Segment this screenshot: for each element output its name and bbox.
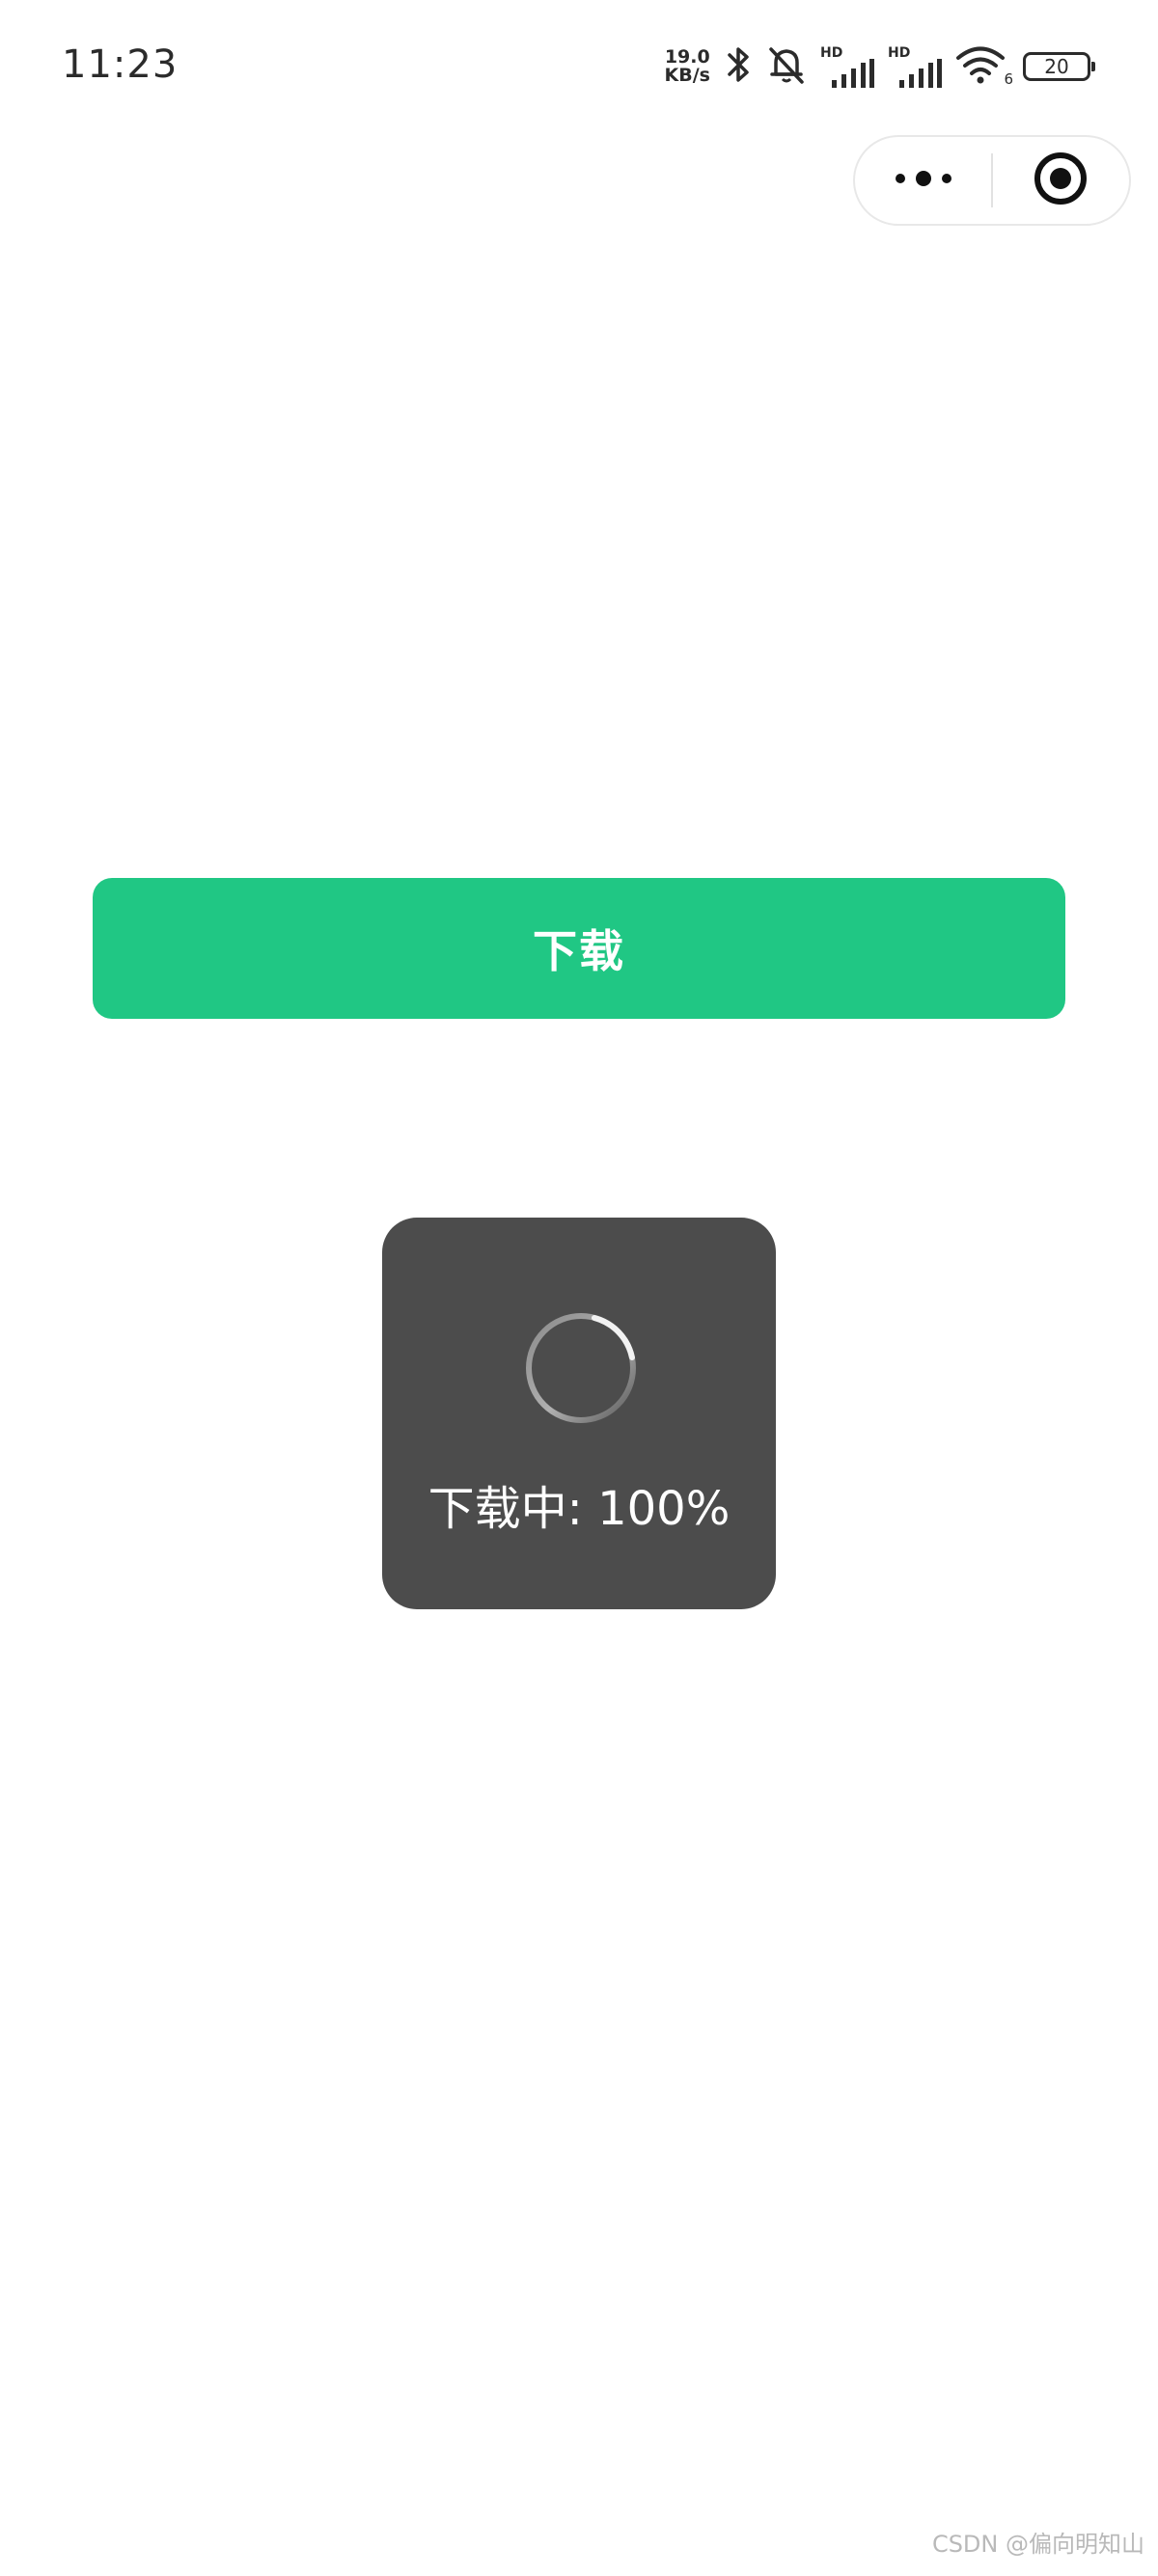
more-dots-icon xyxy=(893,167,954,194)
bluetooth-icon xyxy=(724,43,753,90)
capsule-menu xyxy=(853,135,1131,226)
battery-level: 20 xyxy=(1044,55,1069,78)
battery-icon: 20 xyxy=(1023,52,1095,81)
close-button[interactable] xyxy=(993,137,1129,224)
status-icons: 19.0 KB/s HD HD 6 20 xyxy=(665,42,1095,91)
watermark: CSDN @偏向明知山 xyxy=(931,2531,1144,2558)
hd-signal-icon: HD xyxy=(820,45,874,88)
network-speed: 19.0 KB/s xyxy=(665,48,710,85)
download-button[interactable]: 下载 xyxy=(93,878,1065,1019)
loading-toast: 下载中: 100% xyxy=(382,1218,776,1609)
status-bar: 11:23 19.0 KB/s HD HD 6 20 xyxy=(0,0,1158,135)
wifi-label: 6 xyxy=(1004,70,1013,88)
hd-signal-icon: HD xyxy=(888,45,942,88)
wifi-icon: 6 xyxy=(955,45,1013,88)
loading-spinner-icon xyxy=(522,1309,640,1427)
status-time: 11:23 xyxy=(62,42,179,87)
toast-text: 下载中: 100% xyxy=(427,1482,731,1536)
close-target-icon xyxy=(1033,151,1089,210)
network-speed-unit: KB/s xyxy=(664,65,710,86)
mute-bell-icon xyxy=(766,43,807,90)
more-button[interactable] xyxy=(855,137,991,224)
